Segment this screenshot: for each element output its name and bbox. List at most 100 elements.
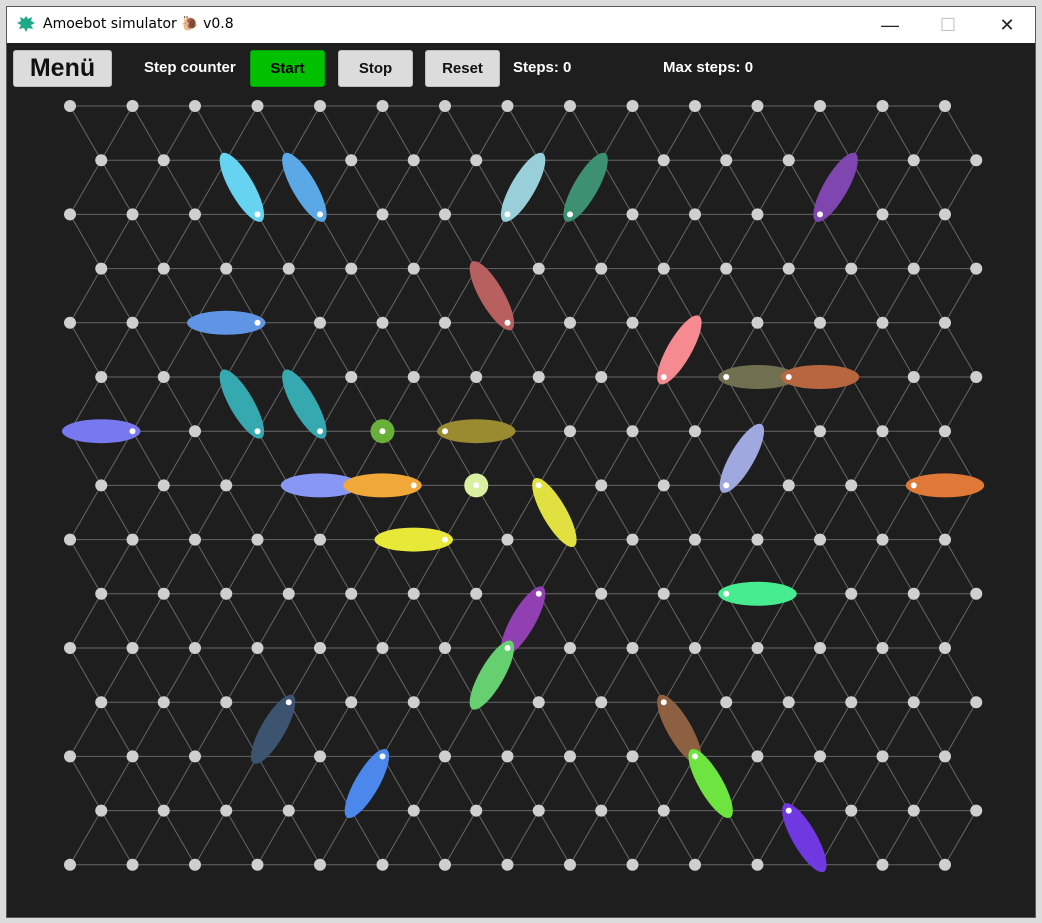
amoebot-particle[interactable] [556, 147, 616, 227]
grid-node [939, 750, 951, 763]
particle-head-marker [254, 428, 261, 435]
grid-node [751, 533, 764, 546]
particle-head-marker [317, 428, 323, 435]
grid-node [626, 316, 639, 329]
amoebot-particle[interactable] [212, 364, 272, 444]
grid-node [314, 533, 326, 546]
grid-node [907, 371, 920, 383]
grid-node [876, 425, 889, 438]
amoebot-particle[interactable] [462, 256, 522, 336]
grid-node [814, 750, 826, 763]
grid-node [376, 642, 389, 654]
amoebot-particle[interactable] [343, 473, 422, 498]
grid-node [564, 316, 576, 329]
grid-node [157, 479, 170, 492]
grid-node [782, 479, 795, 492]
grid-node [564, 858, 576, 871]
grid-node [314, 750, 326, 763]
grid-node [157, 154, 170, 167]
amoebot-particle[interactable] [274, 364, 334, 444]
grid-node [751, 858, 764, 871]
grid-node [689, 533, 701, 546]
grid-node [470, 154, 483, 167]
grid-node [501, 858, 514, 871]
amoebot-particle[interactable] [493, 147, 553, 227]
grid-node [407, 587, 420, 600]
amoebot-particle[interactable] [337, 743, 397, 823]
particle-head-marker [723, 482, 730, 489]
simulation-canvas[interactable] [7, 7, 1035, 917]
grid-node [657, 479, 670, 492]
grid-node [751, 316, 764, 329]
grid-node [689, 100, 701, 112]
amoebot-particle[interactable] [649, 310, 709, 390]
amoebot-particle[interactable] [243, 689, 303, 769]
grid-node [314, 858, 326, 871]
grid-node [939, 208, 951, 221]
particle-head-marker [285, 699, 292, 706]
grid-node [814, 425, 826, 438]
grid-node [439, 316, 451, 329]
grid-node [720, 262, 733, 275]
amoebot-particle[interactable] [718, 581, 797, 606]
grid-node [126, 100, 139, 112]
grid-node [939, 316, 951, 329]
particle-head-marker [379, 753, 386, 760]
grid-node [970, 804, 983, 817]
grid-node [626, 750, 639, 763]
particle-head-marker [723, 590, 730, 597]
grid-node [314, 642, 326, 654]
grid-node [782, 696, 795, 709]
particle-head-marker [504, 645, 511, 651]
amoebot-particle[interactable] [806, 147, 866, 227]
amoebot-particle[interactable] [212, 147, 272, 227]
particle-head-marker [567, 211, 573, 218]
grid-node [126, 750, 139, 763]
amoebot-particle[interactable] [462, 635, 522, 715]
grid-node [220, 587, 233, 600]
amoebot-particle[interactable] [62, 419, 141, 444]
particle-head-marker [535, 482, 542, 489]
amoebot-particle[interactable] [780, 365, 860, 389]
grid-node [189, 642, 201, 654]
grid-node [64, 533, 76, 546]
particle-head-marker [473, 482, 480, 489]
grid-node [157, 587, 170, 600]
amoebot-particle[interactable] [274, 147, 334, 227]
grid-node [876, 316, 889, 329]
grid-node [970, 696, 983, 709]
particle-head-marker [317, 211, 323, 218]
grid-node [376, 208, 389, 221]
particle-head-marker [535, 590, 542, 597]
grid-node [95, 696, 108, 709]
grid-node [720, 696, 733, 709]
amoebot-particle[interactable] [524, 472, 584, 552]
amoebot-particle[interactable] [712, 418, 772, 498]
grid-node [626, 425, 639, 438]
particle-head-marker [254, 319, 261, 326]
grid-node [157, 262, 170, 275]
grid-node [64, 642, 76, 654]
grid-node [532, 262, 545, 275]
particle-head-marker [785, 807, 792, 814]
grid-node [876, 750, 889, 763]
grid-node [376, 100, 389, 112]
particle-head-marker [410, 482, 417, 489]
amoebot-particle[interactable] [187, 310, 266, 335]
grid-node [345, 696, 358, 709]
grid-node [939, 533, 951, 546]
amoebot-particle[interactable] [774, 798, 834, 878]
grid-node [126, 642, 139, 654]
amoebot-particle[interactable] [905, 473, 985, 498]
particle-head-marker [254, 211, 261, 218]
grid-node [501, 100, 514, 112]
amoebot-particle[interactable] [374, 527, 454, 552]
particle-head-marker [910, 482, 917, 489]
grid-node [220, 696, 233, 709]
grid-node [564, 642, 576, 654]
grid-node [439, 750, 451, 763]
amoebot-particle[interactable] [681, 743, 741, 823]
grid-node [876, 642, 889, 654]
amoebot-particle[interactable] [437, 419, 516, 444]
grid-node [845, 804, 858, 817]
